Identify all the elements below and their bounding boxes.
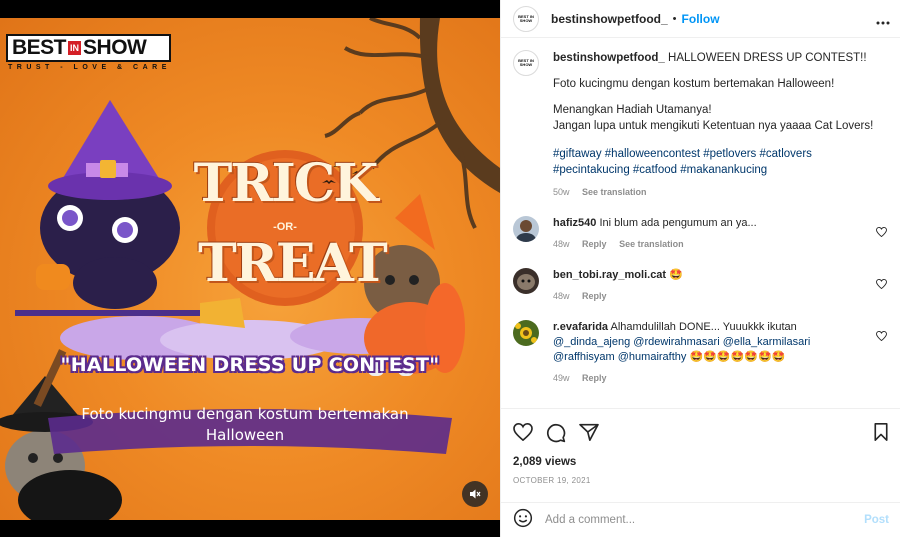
paper-plane-icon — [579, 423, 599, 441]
comment-item: ben_tobi.ray_moli.cat 🤩 48w Reply — [513, 268, 889, 304]
comment-item: r.evafarida Alhamdulillah DONE... Yuuukk… — [513, 320, 889, 386]
add-comment-bar: Add a comment... Post — [501, 502, 900, 537]
post-header: BEST IN SHOW bestinshowpetfood_ • Follow — [501, 0, 900, 38]
post-media[interactable]: BEST IN SHOW TRUST - LOVE & CARE TRICK -… — [0, 0, 500, 537]
like-comment-button[interactable] — [876, 224, 887, 242]
mention-link[interactable]: @raffhisyam — [553, 351, 615, 363]
brand-tagline: TRUST - LOVE & CARE — [8, 64, 171, 71]
hashtags-line[interactable]: #giftaway #halloweencontest #petlovers #… — [553, 146, 889, 162]
speech-bubble-icon — [546, 423, 566, 443]
avatar[interactable] — [513, 320, 539, 346]
heart-icon — [876, 226, 887, 238]
caption-meta: 50w See translation — [553, 184, 889, 200]
post-caption: BEST IN SHOW bestinshowpetfood_ HALLOWEE… — [513, 50, 889, 200]
brand-logo: BEST IN SHOW TRUST - LOVE & CARE — [6, 34, 171, 71]
header-separator: • — [672, 12, 677, 25]
see-translation-button[interactable]: See translation — [619, 239, 684, 249]
comment-meta: 49w Reply — [553, 371, 867, 386]
comment-text: Alhamdulillah DONE... Yuuukkk ikutan — [610, 321, 797, 333]
hashtags-line[interactable]: #pecintakucing #catfood #makanankucing — [553, 162, 889, 178]
broom-stick — [15, 310, 215, 316]
instagram-post-view: BEST IN SHOW TRUST - LOVE & CARE TRICK -… — [0, 0, 900, 537]
caption-line: Foto kucingmu dengan kostum bertemakan H… — [553, 78, 835, 90]
mention-link[interactable]: @ella_karmilasari — [723, 336, 811, 348]
view-count[interactable]: 2,089 views — [513, 456, 576, 468]
share-button[interactable] — [579, 423, 599, 446]
mention-link[interactable]: @rdewirahmasari — [633, 336, 719, 348]
heart-icon — [876, 330, 887, 342]
post-side-panel: BEST IN SHOW bestinshowpetfood_ • Follow… — [500, 0, 900, 537]
avatar[interactable] — [513, 216, 539, 242]
comment-input[interactable]: Add a comment... — [545, 514, 864, 526]
like-comment-button[interactable] — [876, 328, 887, 346]
speaker-muted-icon — [470, 489, 481, 499]
comment-username[interactable]: hafiz540 — [553, 217, 596, 229]
comment-age[interactable]: 48w — [553, 291, 570, 301]
comment-meta: 48w Reply See translation — [553, 237, 867, 252]
comment-age[interactable]: 49w — [553, 373, 570, 383]
poster-subtitle: Foto kucingmu dengan kostum bertemakan H… — [81, 405, 409, 444]
comment-username[interactable]: r.evafarida — [553, 321, 608, 333]
halloween-poster: BEST IN SHOW TRUST - LOVE & CARE TRICK -… — [0, 18, 500, 520]
comment-meta: 48w Reply — [553, 289, 867, 304]
follow-button[interactable]: Follow — [682, 12, 720, 26]
avatar[interactable] — [513, 268, 539, 294]
like-button[interactable] — [513, 422, 533, 446]
post-comment-button[interactable]: Post — [864, 514, 889, 526]
reply-button[interactable]: Reply — [582, 239, 607, 249]
poster-title-or: -OR- — [273, 221, 297, 233]
caption-username[interactable]: bestinshowpetfood_ — [553, 52, 665, 64]
reply-button[interactable]: Reply — [582, 373, 607, 383]
brand-name-left: BEST — [12, 36, 67, 59]
comment-item: hafiz540 Ini blum ada pengumum an ya... … — [513, 216, 889, 252]
comment-text: Ini blum ada pengumum an ya... — [599, 217, 757, 229]
avatar-text: BEST IN SHOW — [518, 13, 534, 23]
avatar[interactable]: BEST IN SHOW — [513, 5, 539, 32]
avatar-text: BEST IN SHOW — [518, 58, 534, 67]
more-options-button[interactable] — [876, 12, 890, 30]
header-username[interactable]: bestinshowpetfood_ — [551, 12, 668, 26]
poster-title-trick: TRICK — [193, 153, 379, 214]
caption-line: Menangkan Hadiah Utamanya! — [553, 104, 712, 116]
mention-link[interactable]: @humairafthy — [618, 351, 687, 363]
ellipsis-icon — [876, 21, 890, 25]
caption-hashtags[interactable]: #giftaway #halloweencontest #petlovers #… — [553, 146, 889, 178]
comment-emojis: 🤩🤩🤩🤩🤩🤩🤩 — [689, 351, 786, 363]
comment-age[interactable]: 48w — [553, 239, 570, 249]
smiley-icon — [513, 508, 533, 527]
comment-text: 🤩 — [669, 269, 683, 281]
reply-button[interactable]: Reply — [582, 291, 607, 301]
comments-section[interactable]: BEST IN SHOW bestinshowpetfood_ HALLOWEE… — [501, 38, 900, 408]
comment-username[interactable]: ben_tobi.ray_moli.cat — [553, 269, 666, 281]
brand-name-right: SHOW — [83, 36, 147, 59]
tree-trunk — [419, 18, 500, 193]
bookmark-icon — [874, 423, 888, 441]
see-translation-button[interactable]: See translation — [582, 187, 647, 197]
heart-icon — [513, 422, 533, 442]
caption-line: Jangan lupa untuk mengikuti Ketentuan ny… — [553, 120, 874, 132]
avatar[interactable]: BEST IN SHOW — [513, 50, 539, 76]
poster-contest-banner: "HALLOWEEN DRESS UP CONTEST" — [60, 354, 440, 376]
heart-icon — [876, 278, 887, 290]
emoji-picker-button[interactable] — [513, 508, 533, 533]
mute-toggle-button[interactable] — [462, 481, 488, 507]
mention-link[interactable]: @_dinda_ajeng — [553, 336, 630, 348]
comment-button[interactable] — [546, 423, 566, 448]
save-button[interactable] — [873, 423, 889, 446]
caption-age[interactable]: 50w — [553, 187, 570, 197]
poster-title-treat: TREAT — [198, 233, 388, 294]
caption-title: HALLOWEEN DRESS UP CONTEST!! — [668, 52, 867, 64]
like-comment-button[interactable] — [876, 276, 887, 294]
post-action-bar — [501, 408, 900, 456]
post-date[interactable]: OCTOBER 19, 2021 — [513, 476, 591, 485]
brand-name-in: IN — [68, 41, 82, 55]
